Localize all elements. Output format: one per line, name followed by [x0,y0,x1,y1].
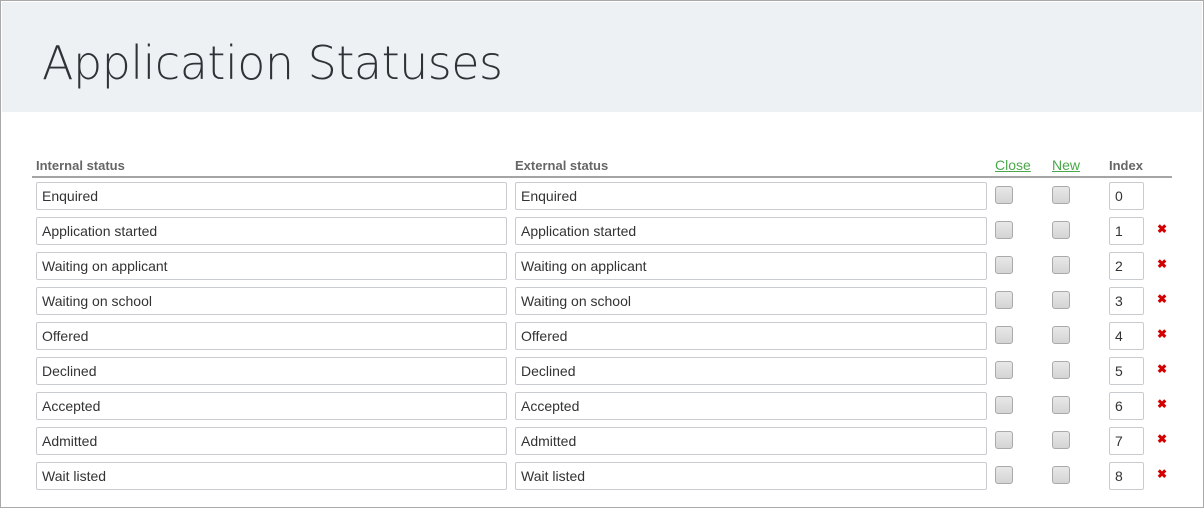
delete-icon[interactable]: ✖ [1155,222,1169,236]
index-input[interactable] [1109,322,1144,350]
internal-status-input[interactable] [36,252,507,280]
table-row: ✖ [32,213,1172,248]
external-status-input[interactable] [515,427,987,455]
close-checkbox[interactable] [995,326,1013,344]
new-checkbox[interactable] [1052,186,1070,204]
external-status-input[interactable] [515,357,987,385]
new-checkbox[interactable] [1052,396,1070,414]
delete-icon[interactable]: ✖ [1155,257,1169,271]
internal-status-input[interactable] [36,462,507,490]
internal-status-input[interactable] [36,287,507,315]
new-checkbox[interactable] [1052,361,1070,379]
external-status-input[interactable] [515,287,987,315]
app-frame: Application Statuses Internal status Ext… [0,0,1204,508]
index-input[interactable] [1109,217,1144,245]
close-checkbox[interactable] [995,291,1013,309]
index-input[interactable] [1109,427,1144,455]
close-checkbox[interactable] [995,431,1013,449]
new-checkbox[interactable] [1052,256,1070,274]
column-header-close-link[interactable]: Close [995,157,1031,173]
close-checkbox[interactable] [995,256,1013,274]
column-header-internal-status: Internal status [36,158,125,173]
new-checkbox[interactable] [1052,466,1070,484]
index-input[interactable] [1109,287,1144,315]
table-row: ✖ [32,388,1172,423]
external-status-input[interactable] [515,322,987,350]
new-checkbox[interactable] [1052,291,1070,309]
internal-status-input[interactable] [36,182,507,210]
delete-icon[interactable]: ✖ [1155,432,1169,446]
index-input[interactable] [1109,252,1144,280]
internal-status-input[interactable] [36,357,507,385]
close-checkbox[interactable] [995,361,1013,379]
external-status-input[interactable] [515,182,987,210]
table-row [32,178,1172,213]
close-checkbox[interactable] [995,466,1013,484]
page-title: Application Statuses [42,36,503,90]
close-checkbox[interactable] [995,221,1013,239]
delete-icon[interactable]: ✖ [1155,397,1169,411]
page-header: Application Statuses [2,2,1202,112]
close-checkbox[interactable] [995,186,1013,204]
table-header: Internal status External status Close Ne… [32,151,1172,178]
external-status-input[interactable] [515,392,987,420]
index-input[interactable] [1109,462,1144,490]
table-row: ✖ [32,248,1172,283]
status-table: Internal status External status Close Ne… [32,151,1172,493]
column-header-index: Index [1109,158,1143,173]
column-header-external-status: External status [515,158,609,173]
index-input[interactable] [1109,182,1144,210]
close-checkbox[interactable] [995,396,1013,414]
column-header-new-link[interactable]: New [1052,157,1080,173]
delete-icon[interactable]: ✖ [1155,292,1169,306]
table-row: ✖ [32,318,1172,353]
internal-status-input[interactable] [36,427,507,455]
new-checkbox[interactable] [1052,326,1070,344]
internal-status-input[interactable] [36,322,507,350]
internal-status-input[interactable] [36,217,507,245]
delete-icon[interactable]: ✖ [1155,362,1169,376]
delete-icon[interactable]: ✖ [1155,327,1169,341]
table-row: ✖ [32,283,1172,318]
internal-status-input[interactable] [36,392,507,420]
table-row: ✖ [32,423,1172,458]
index-input[interactable] [1109,392,1144,420]
table-body: ✖ ✖ ✖ ✖ ✖ ✖ ✖ ✖ [32,178,1172,493]
new-checkbox[interactable] [1052,431,1070,449]
external-status-input[interactable] [515,462,987,490]
delete-icon[interactable]: ✖ [1155,467,1169,481]
table-row: ✖ [32,353,1172,388]
table-row: ✖ [32,458,1172,493]
index-input[interactable] [1109,357,1144,385]
external-status-input[interactable] [515,217,987,245]
new-checkbox[interactable] [1052,221,1070,239]
external-status-input[interactable] [515,252,987,280]
